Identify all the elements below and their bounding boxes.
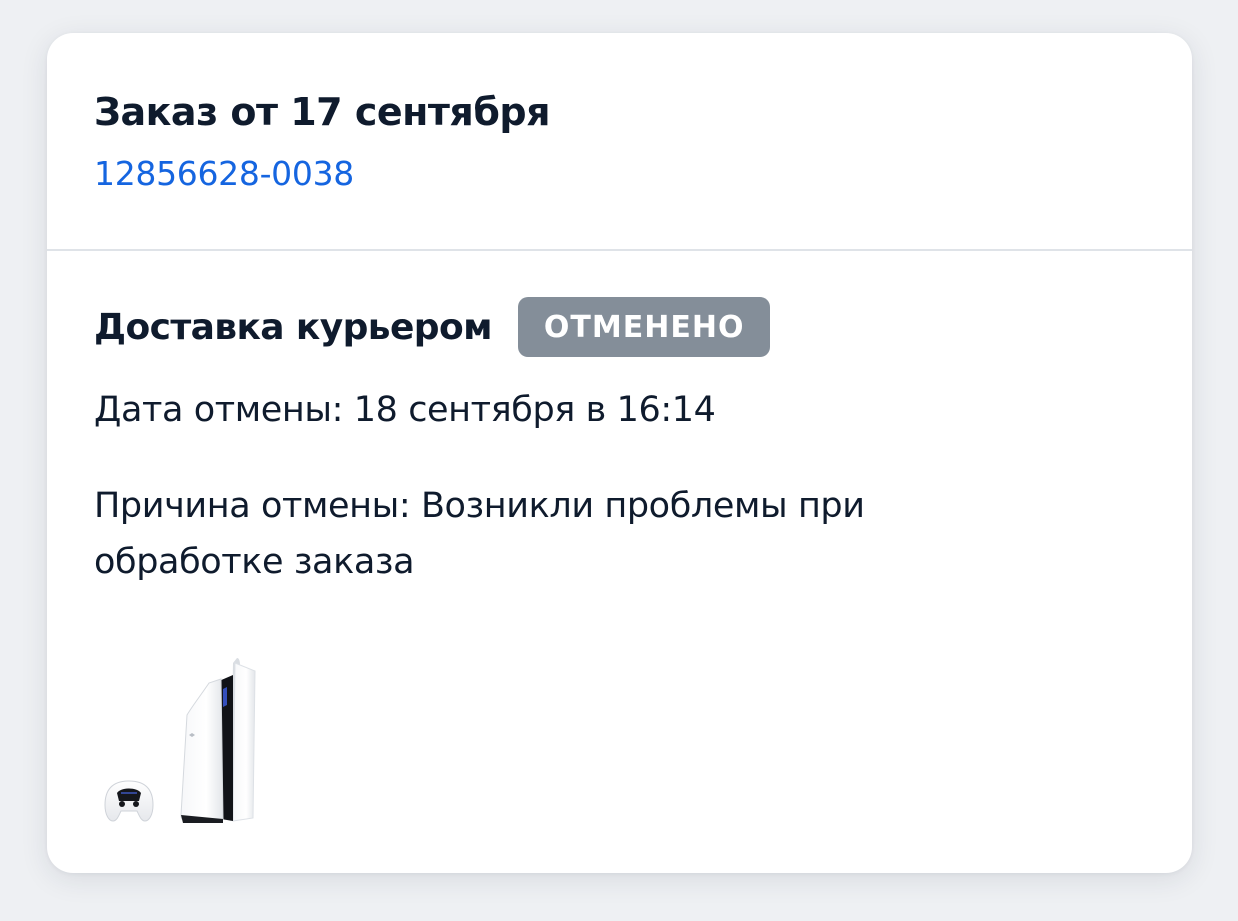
game-console-icon: [104, 658, 256, 823]
cancel-date: Дата отмены: 18 сентября в 16:14: [94, 390, 716, 430]
cancel-reason: Причина отмены: Возникли проблемы при об…: [94, 486, 865, 582]
delivery-method: Доставка курьером: [94, 306, 493, 348]
product-thumbnail[interactable]: [97, 653, 272, 828]
order-card: Заказ от 17 сентября 12856628-0038 Доста…: [47, 33, 1192, 873]
order-number-link[interactable]: 12856628-0038: [94, 151, 354, 197]
status-badge: ОТМЕНЕНО: [517, 297, 771, 357]
delivery-row: Доставка курьером ОТМЕНЕНО: [94, 297, 771, 357]
order-header: Заказ от 17 сентября 12856628-0038: [47, 33, 1192, 251]
order-title: Заказ от 17 сентября: [94, 90, 550, 134]
